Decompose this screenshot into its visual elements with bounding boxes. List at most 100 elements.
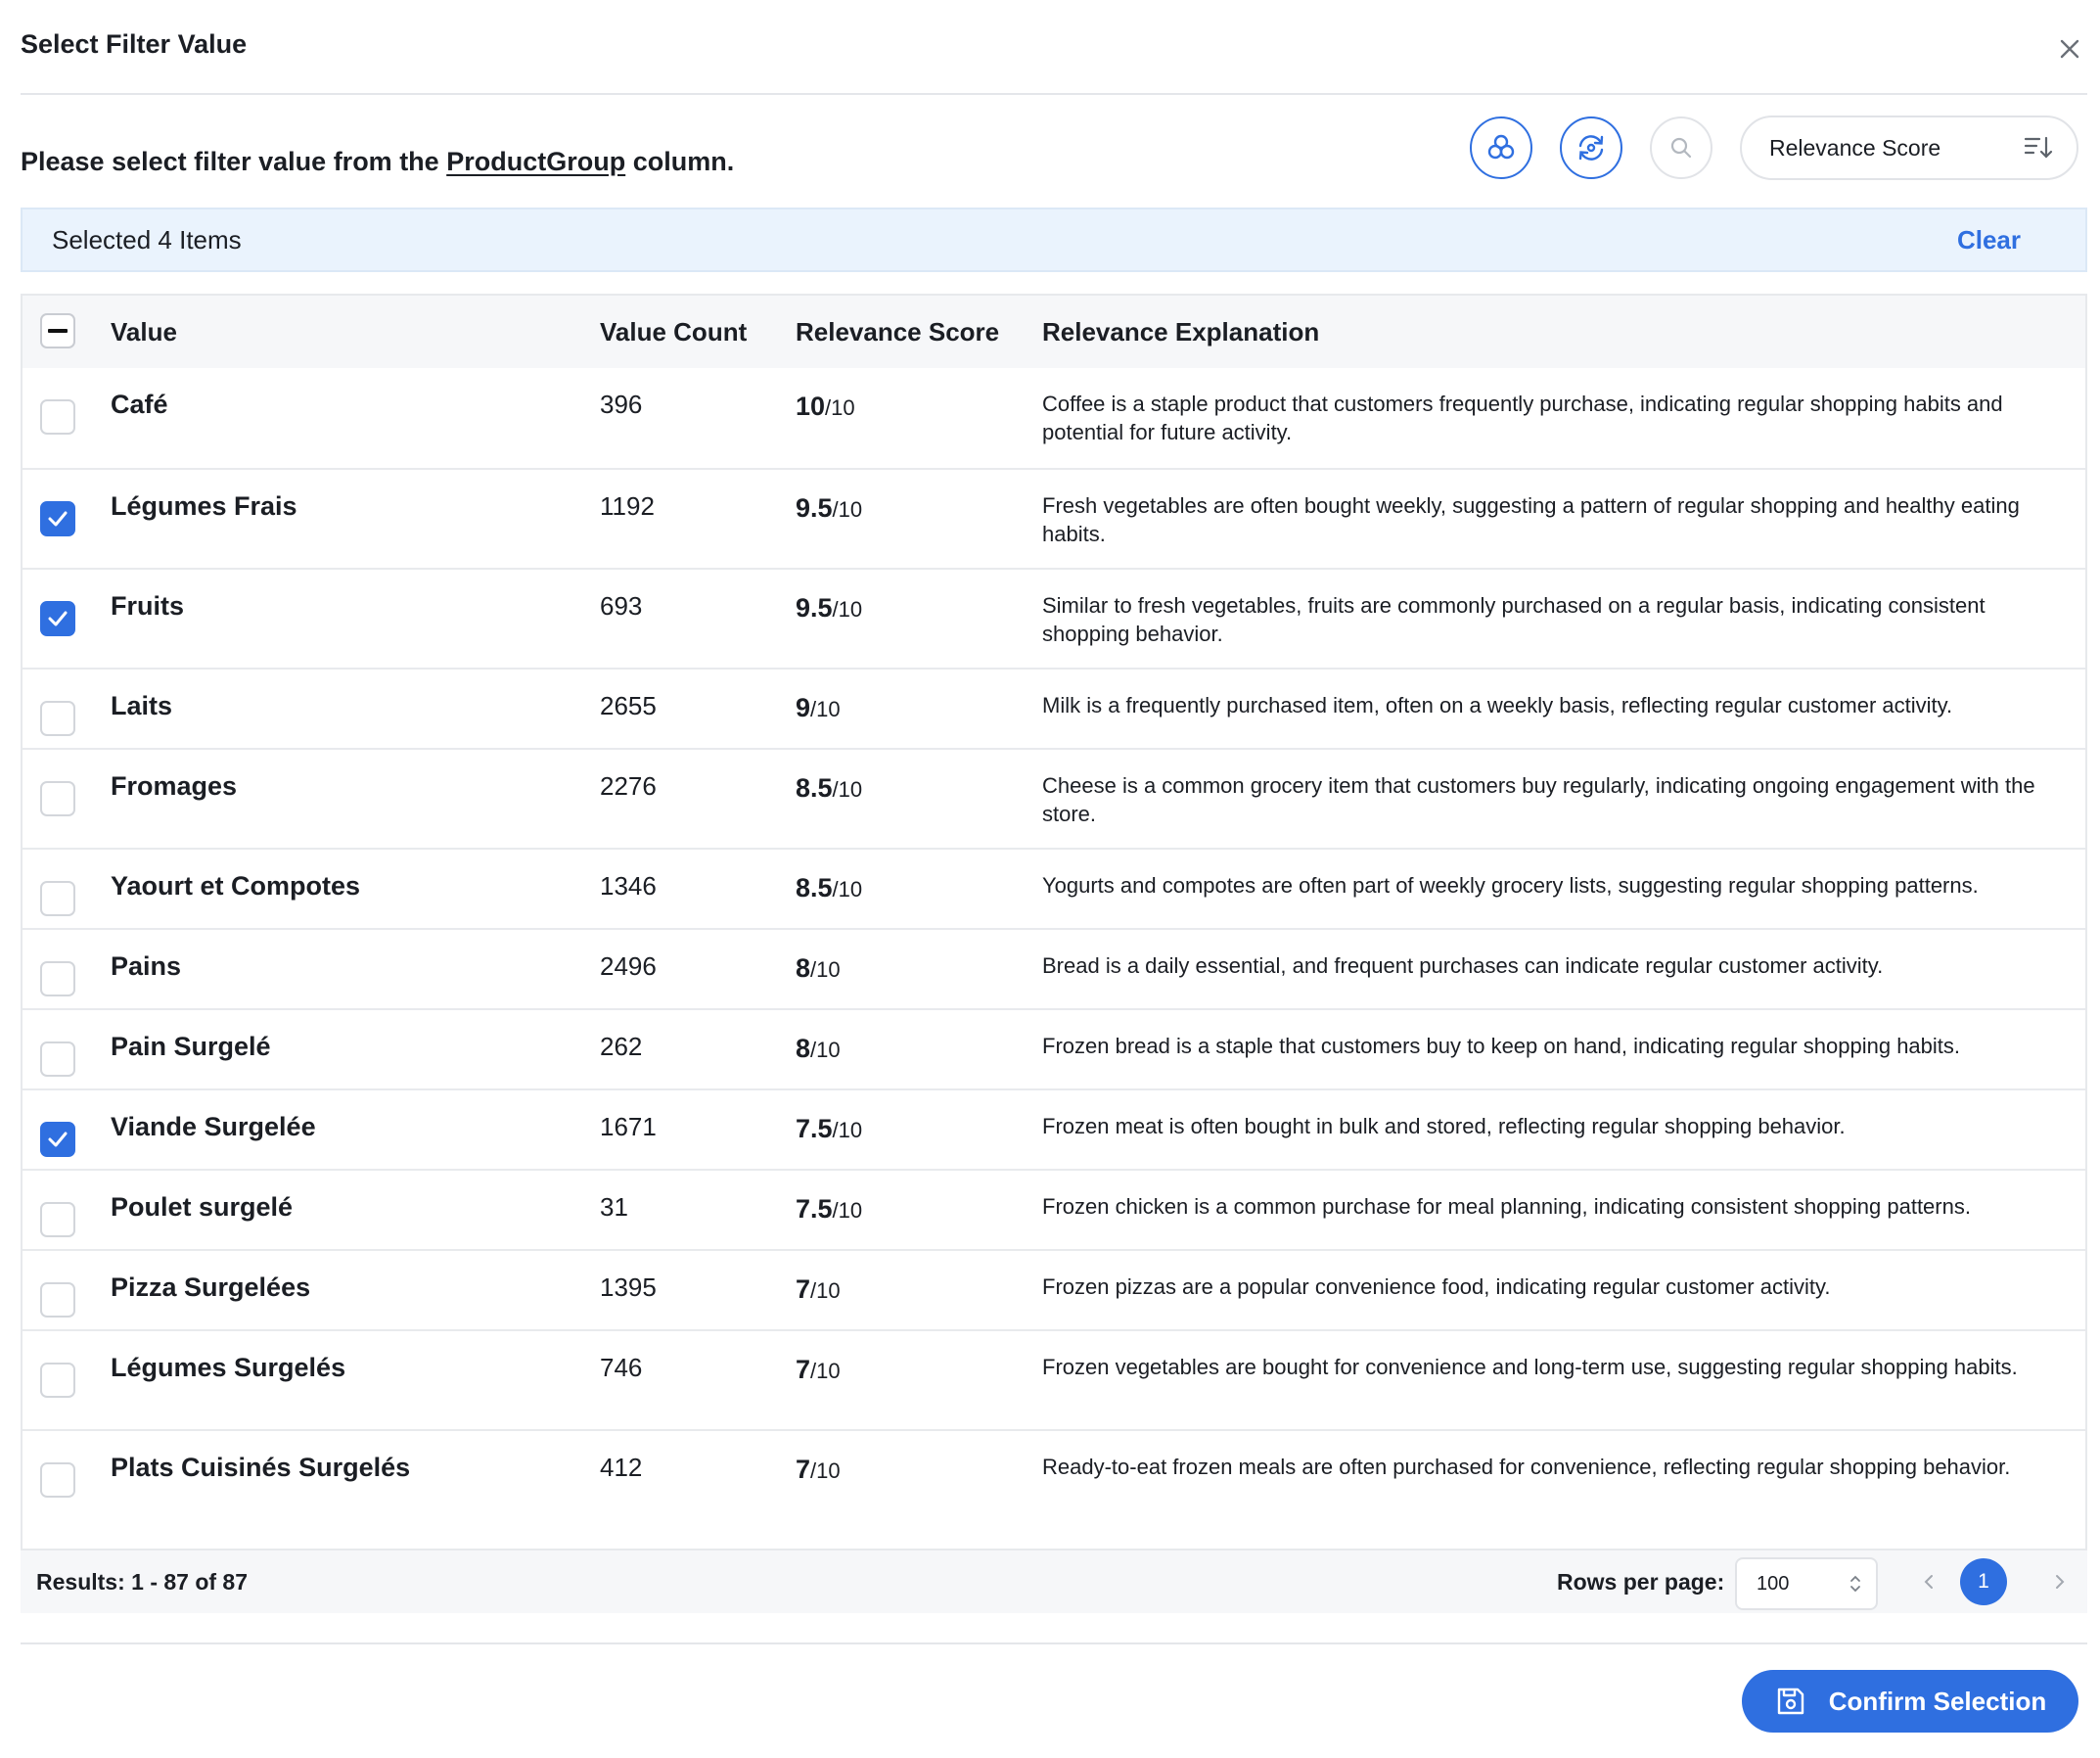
rows-per-page-label: Rows per page: [1557,1569,1725,1595]
refresh-button[interactable] [1560,116,1622,179]
cell-relevance-score: 7/10 [796,1274,841,1305]
cell-value: Pizza Surgelées [111,1272,311,1302]
instruction-text: Please select filter value from the Prod… [21,147,734,177]
table-row[interactable]: Pains 2496 8/10 Bread is a daily essential,… [23,928,2085,1008]
close-button[interactable] [2052,31,2087,67]
score-value: 7 [796,1274,811,1304]
row-checkbox[interactable] [40,501,75,536]
score-value: 9.5 [796,593,833,623]
cell-relevance-explanation: Coffee is a staple product that customer… [1042,392,2003,444]
rows-per-page-select[interactable]: 100 [1735,1557,1878,1610]
chevron-right-icon [2056,1575,2065,1589]
cell-value: Yaourt et Compotes [111,871,361,901]
row-checkbox[interactable] [40,601,75,636]
score-denominator: /10 [832,877,863,902]
row-checkbox[interactable] [40,1202,75,1237]
cluster-button[interactable] [1470,116,1532,179]
cell-value: Légumes Surgelés [111,1353,346,1382]
table-row[interactable]: Laits 2655 9/10 Milk is a frequently purcha… [23,668,2085,748]
header-value[interactable]: Value [111,317,177,347]
cell-relevance-explanation: Frozen meat is often bought in bulk and … [1042,1114,1846,1138]
cell-relevance-score: 8/10 [796,1034,841,1064]
row-checkbox[interactable] [40,701,75,736]
cell-value: Laits [111,691,173,720]
cell-value-count: 2496 [600,951,657,981]
score-denominator: /10 [810,1458,841,1483]
score-value: 8.5 [796,873,833,902]
row-checkbox[interactable] [40,1041,75,1077]
cell-value-count: 693 [600,591,643,621]
row-checkbox[interactable] [40,1363,75,1398]
cell-value: Café [111,390,168,419]
footer-divider [21,1642,2087,1644]
cell-value: Légumes Frais [111,491,297,521]
selection-summary-bar: Selected 4 Items Clear [21,208,2087,272]
cell-value: Viande Surgelée [111,1112,316,1141]
previous-page-button[interactable] [1909,1562,1948,1601]
next-page-button[interactable] [2040,1562,2079,1601]
column-name-link[interactable]: ProductGroup [446,147,625,176]
clear-selection-button[interactable]: Clear [1957,225,2021,255]
cell-value-count: 1671 [600,1112,657,1141]
select-all-checkbox[interactable] [40,313,75,348]
chevron-left-icon [1924,1575,1933,1589]
score-value: 7.5 [796,1114,833,1143]
cell-relevance-explanation: Frozen vegetables are bought for conveni… [1042,1355,2018,1379]
cell-relevance-explanation: Milk is a frequently purchased item, oft… [1042,693,1953,717]
table-row[interactable]: Légumes Frais 1192 9.5/10 Fresh vegetables … [23,468,2085,568]
table-row[interactable]: Fromages 2276 8.5/10 Cheese is a common gro… [23,748,2085,848]
row-checkbox[interactable] [40,399,75,435]
table-row[interactable]: Yaourt et Compotes 1346 8.5/10 Yogurts and … [23,848,2085,928]
cell-value-count: 2276 [600,771,657,801]
page-button-current[interactable]: 1 [1960,1558,2007,1605]
table-footer: Results: 1 - 87 of 87 Rows per page: 100… [21,1549,2087,1613]
table-row[interactable]: Plats Cuisinés Surgelés 412 7/10 Ready-to-e… [23,1429,2085,1537]
row-checkbox[interactable] [40,781,75,816]
clusters-icon [1487,134,1515,160]
save-icon [1777,1688,1803,1715]
sort-by-select[interactable]: Relevance Score [1740,116,2078,180]
table-header: Value Value Count Relevance Score Releva… [23,296,2085,368]
cell-relevance-explanation: Ready-to-eat frozen meals are often purc… [1042,1455,2011,1479]
row-checkbox[interactable] [40,881,75,916]
search-button[interactable] [1650,116,1712,179]
header-value-count[interactable]: Value Count [600,317,747,347]
cell-value: Pains [111,951,182,981]
cell-relevance-explanation: Frozen pizzas are a popular convenience … [1042,1274,1831,1299]
cell-value: Fromages [111,771,238,801]
header-relevance-score[interactable]: Relevance Score [796,317,999,347]
score-denominator: /10 [832,497,863,522]
score-denominator: /10 [832,1198,863,1223]
score-value: 7 [796,1455,811,1484]
table-row[interactable]: Poulet surgelé 31 7.5/10 Frozen chicken is … [23,1169,2085,1249]
checkmark-icon [48,611,68,626]
cell-value-count: 1395 [600,1272,657,1302]
confirm-selection-label: Confirm Selection [1828,1686,2047,1716]
header-relevance-explanation[interactable]: Relevance Explanation [1042,317,1319,347]
table-row[interactable]: Café 396 10/10 Coffee is a staple product t… [23,368,2085,468]
row-checkbox[interactable] [40,1122,75,1157]
cell-relevance-explanation: Cheese is a common grocery item that cus… [1042,773,2035,826]
refresh-icon [1578,135,1604,161]
row-checkbox[interactable] [40,961,75,996]
cell-value-count: 412 [600,1453,643,1482]
search-icon [1670,137,1692,159]
cell-value-count: 31 [600,1192,628,1222]
table-row[interactable]: Pain Surgelé 262 8/10 Frozen bread is a sta… [23,1008,2085,1088]
instruction-after: column. [625,147,735,176]
cell-value-count: 746 [600,1353,643,1382]
cell-relevance-score: 7.5/10 [796,1194,862,1225]
confirm-selection-button[interactable]: Confirm Selection [1742,1670,2078,1733]
cell-relevance-score: 8/10 [796,953,841,984]
row-checkbox[interactable] [40,1282,75,1318]
table-row[interactable]: Pizza Surgelées 1395 7/10 Frozen pizzas are… [23,1249,2085,1329]
table-row[interactable]: Viande Surgelée 1671 7.5/10 Frozen meat is … [23,1088,2085,1169]
row-checkbox[interactable] [40,1462,75,1498]
cell-relevance-explanation: Frozen chicken is a common purchase for … [1042,1194,1971,1219]
table-row[interactable]: Légumes Surgelés 746 7/10 Frozen vegetables… [23,1329,2085,1429]
cell-value-count: 1346 [600,871,657,901]
rows-per-page-value: 100 [1757,1572,1790,1595]
cell-relevance-explanation: Fresh vegetables are often bought weekly… [1042,493,2020,546]
score-value: 7 [796,1355,811,1384]
table-row[interactable]: Fruits 693 9.5/10 Similar to fresh vegetabl… [23,568,2085,668]
